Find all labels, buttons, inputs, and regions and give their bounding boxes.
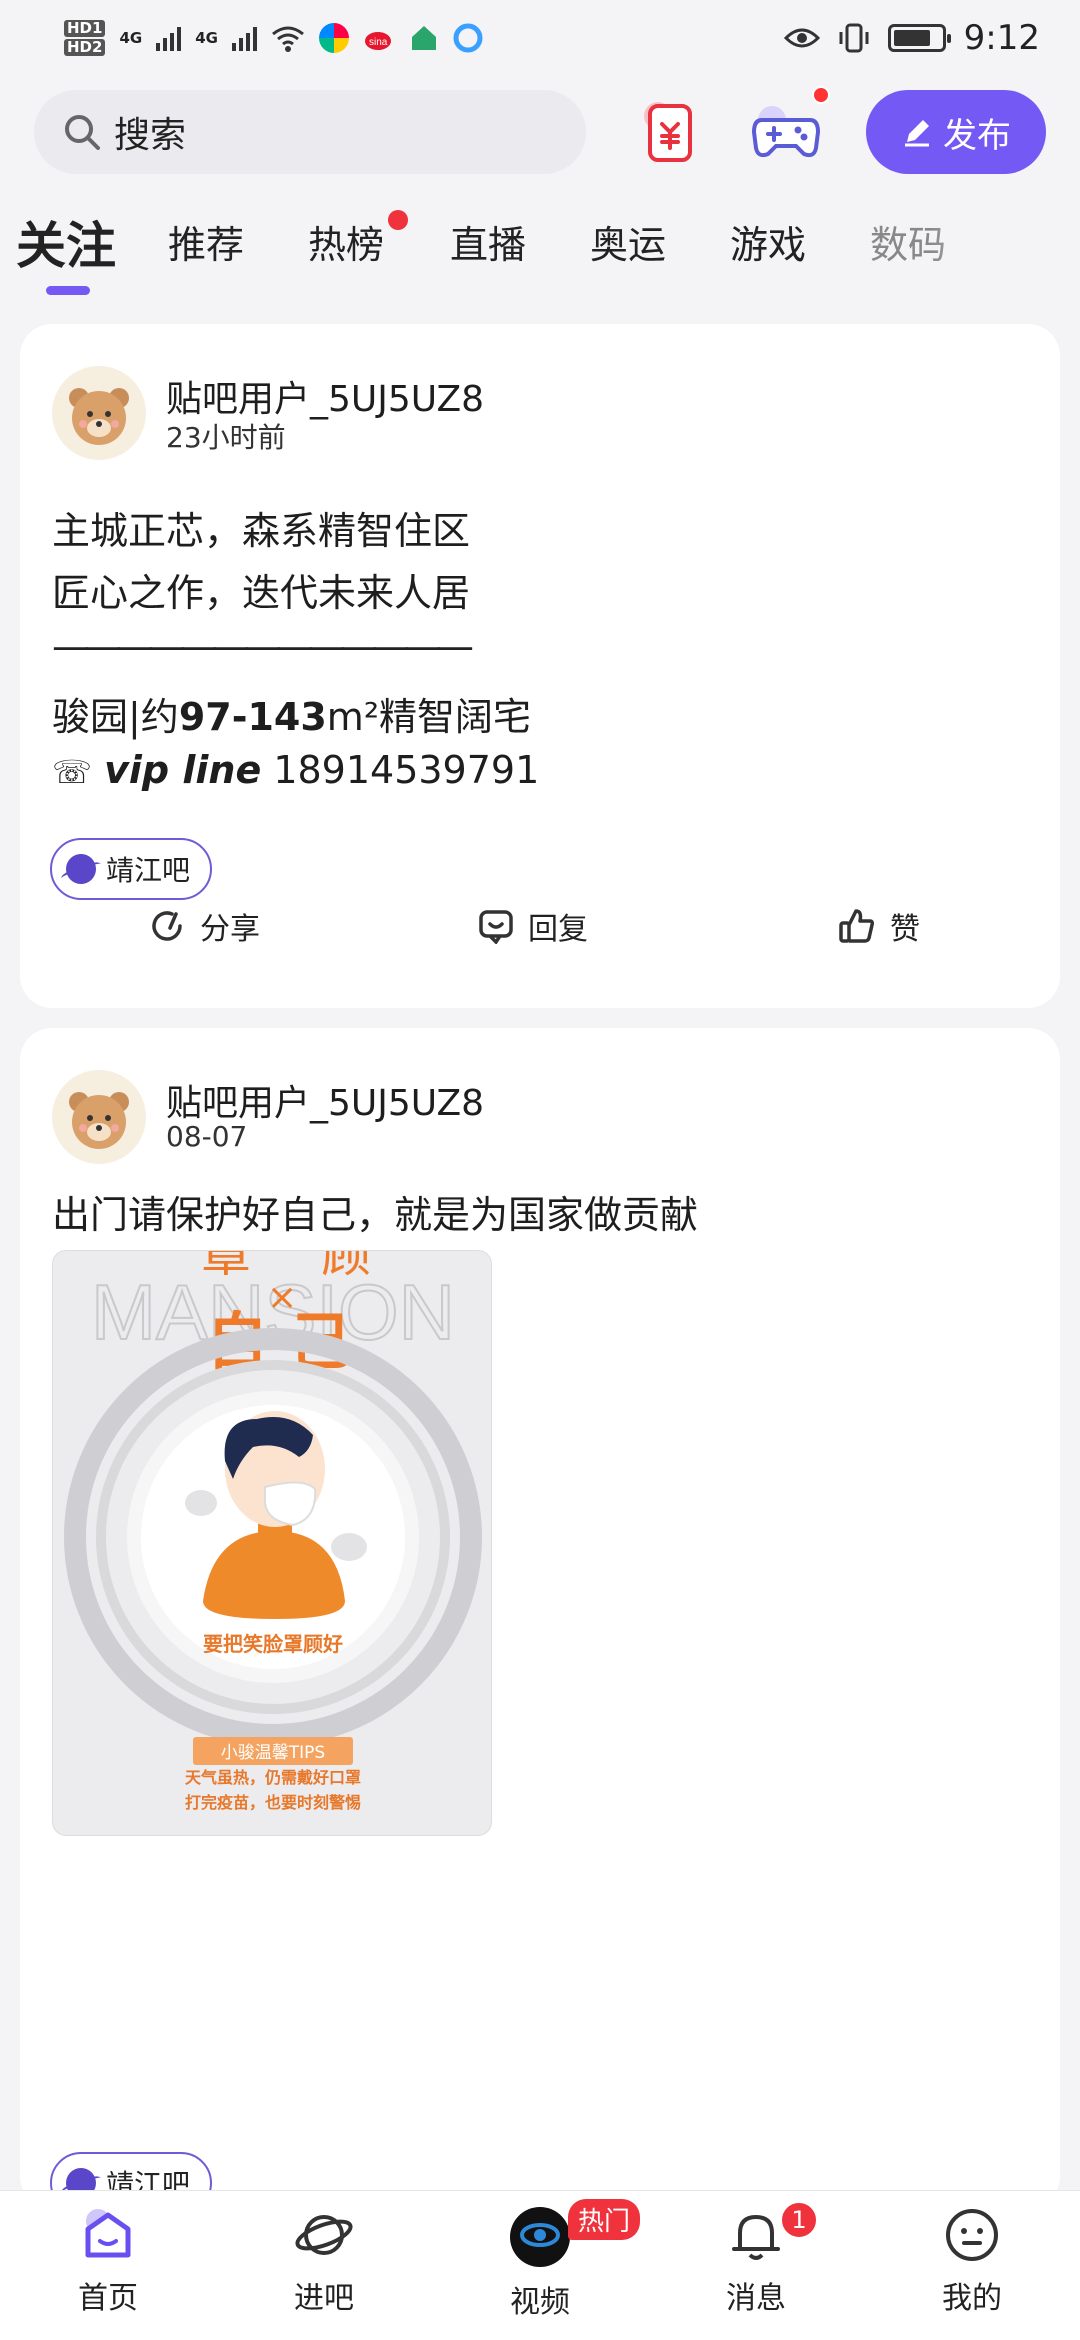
signal-label-1: 4G [119,29,143,47]
poster-top-text: 罩 [201,1251,251,1283]
video-channel-icon [510,2207,570,2267]
thumbs-up-icon [839,909,874,943]
like-button[interactable]: 赞 [838,904,920,948]
svg-text:sina: sina [369,37,388,48]
bear-avatar-icon [69,388,129,445]
bottom-navigation: 首页 进吧 视频 热门 消息 1 我的 [0,2190,1080,2340]
tab-recommend[interactable]: 推荐 [168,214,244,269]
avatar[interactable] [52,366,146,460]
tab-olympics[interactable]: 奥运 [590,214,666,269]
tab-games[interactable]: 游戏 [730,214,806,269]
forum-name: 靖江吧 [106,854,191,887]
eye-comfort-icon [783,28,820,48]
home-icon [85,2209,131,2258]
post-time: 08-07 [166,1120,248,1153]
wifi-icon [272,26,304,52]
bear-avatar-icon [69,1092,129,1149]
battery-icon [887,24,951,52]
username[interactable]: 贴吧用户_5UJ5UZ8 [166,1074,484,1126]
mask-poster-graphic: MANSION 罩 顾 × 自 己 要把笑脸罩顾好 小骏温馨TIPS 天气虽热，… [64,1251,482,1812]
search-bar[interactable]: 搜索 [34,90,586,174]
poster-caption: 要把笑脸罩顾好 [203,1632,343,1656]
nav-label: 我的 [942,2281,1002,2316]
nav-label: 消息 [726,2281,786,2316]
share-icon [152,911,182,941]
signal-bars-icon [231,25,257,51]
tab-follow[interactable]: 关注 [16,206,116,278]
post-text-line: 主城正芯，森系精智住区 [52,509,471,553]
reply-button[interactable]: 回复 [478,904,588,948]
bell-icon [732,2215,780,2260]
red-envelope-icon [644,102,692,162]
post-time: 23小时前 [166,421,286,454]
channel-tabs: 关注 推荐 热榜 直播 奥运 游戏 数码 [0,210,1080,304]
browser-app-icon [453,23,483,53]
post-card[interactable]: 贴吧用户_5UJ5UZ8 08-07 出门请保护好自己，就是为国家做贡献 MAN… [20,1028,1060,2208]
clock: 9:12 [963,18,1040,58]
hot-list-dot [388,210,408,230]
tabs-fade [930,214,1080,304]
poster-tips-line: 天气虽热，仍需戴好口罩 [185,1768,361,1787]
share-label: 分享 [200,912,260,947]
poster-top-text-2: 顾 [321,1251,371,1283]
forum-planet-icon [66,854,96,884]
publish-button[interactable]: 发布 [866,90,1046,174]
game-notification-dot [812,86,830,104]
post-image[interactable]: MANSION 罩 顾 × 自 己 要把笑脸罩顾好 小骏温馨TIPS 天气虽热，… [52,1250,492,1836]
nav-profile[interactable]: 我的 [902,2205,1042,2335]
hot-badge: 热门 [568,2199,641,2240]
avatar[interactable] [52,1070,146,1164]
post-text-line: 匠心之作，迭代未来人居 [52,571,471,615]
post-card[interactable]: 贴吧用户_5UJ5UZ8 23小时前 主城正芯，森系精智住区 匠心之作，迭代未来… [20,324,1060,1008]
like-label: 赞 [890,912,920,947]
app-notification-icon [318,23,349,53]
post-text: 出门请保护好自己，就是为国家做贡献 [52,1193,699,1237]
comment-icon [479,910,513,944]
wallet-button[interactable] [624,88,712,176]
nav-home[interactable]: 首页 [38,2205,178,2335]
search-placeholder: 搜索 [114,115,187,156]
game-button[interactable] [742,86,830,176]
top-header: 搜索 发布 [0,84,1080,180]
smiley-profile-icon [946,2209,998,2261]
poster-tips-line: 打完疫苗，也要时刻警惕 [185,1793,361,1812]
weibo-icon: sina [364,32,391,50]
signal-label-2: 4G [195,29,218,47]
hd-indicator: HD1 HD2 [64,19,106,57]
nav-forums[interactable]: 进吧 [254,2205,394,2335]
signal-bars-icon [156,25,182,51]
tab-live[interactable]: 直播 [450,214,526,269]
active-tab-indicator [46,286,90,295]
post-text-line: 骏园|约97-143m²精智阔宅 [52,695,532,739]
post-text-divider: ————————————— [52,624,474,668]
vibrate-icon [839,23,869,53]
forum-chip[interactable]: 靖江吧 [50,838,213,900]
nav-label: 首页 [78,2281,138,2316]
planet-icon [295,2215,353,2255]
post-text-line: ☏ vip line 18914539791 [52,748,540,792]
search-icon [65,115,100,150]
status-bar: HD1 HD2 4G 4G sina 9:12 [0,0,1080,76]
poster-tips-title: 小骏温馨TIPS [221,1743,325,1763]
nav-label: 进吧 [294,2281,354,2316]
nav-label: 视频 [510,2285,570,2320]
gamepad-icon [751,106,821,158]
pen-icon [905,120,929,147]
tab-hot-list[interactable]: 热榜 [308,214,384,269]
publish-label: 发布 [943,115,1011,156]
share-button[interactable]: 分享 [150,904,260,948]
message-count-badge: 1 [780,2201,818,2239]
reply-label: 回复 [528,912,588,947]
username[interactable]: 贴吧用户_5UJ5UZ8 [166,370,484,422]
home-app-icon [411,26,436,50]
